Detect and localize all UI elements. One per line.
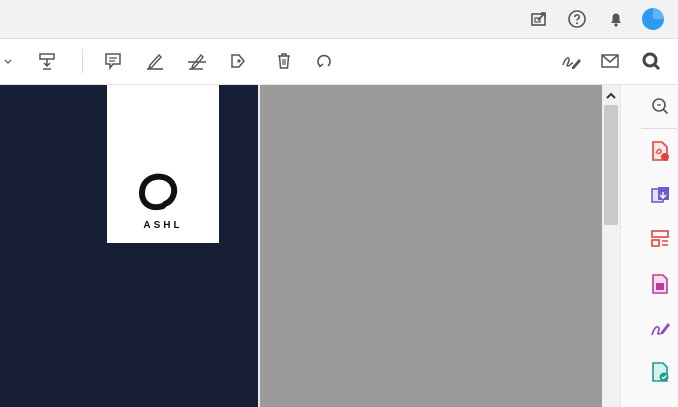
tools-rail xyxy=(620,85,678,407)
notifications-bell-icon[interactable] xyxy=(606,9,626,29)
highlight-pen-icon[interactable] xyxy=(145,51,165,71)
top-menu-bar xyxy=(0,0,678,39)
vertical-scrollbar[interactable] xyxy=(602,85,620,407)
toolbar-separator xyxy=(82,49,83,73)
help-icon[interactable] xyxy=(567,9,587,29)
logo-text: ASHL xyxy=(143,220,183,231)
share-screen-icon[interactable] xyxy=(530,9,550,29)
sign-icon[interactable] xyxy=(560,51,581,71)
compress-pdf-icon[interactable] xyxy=(649,273,671,295)
zoom-search-icon[interactable] xyxy=(641,51,661,71)
create-pdf-icon[interactable] xyxy=(649,185,671,207)
strikethrough-pen-icon[interactable] xyxy=(187,51,207,71)
attach-file-icon[interactable] xyxy=(229,51,249,71)
document-gray-background xyxy=(260,85,602,407)
enso-circle-logo xyxy=(135,169,179,213)
undo-icon[interactable] xyxy=(314,51,334,71)
export-pdf-icon[interactable] xyxy=(649,140,671,162)
sticky-note-icon[interactable] xyxy=(103,51,123,71)
rail-separator xyxy=(641,128,677,129)
zoom-tool-icon[interactable] xyxy=(649,95,671,117)
logo-card: ASHL xyxy=(107,85,219,243)
scroll-thumb[interactable] xyxy=(604,105,618,225)
fill-sign-icon[interactable] xyxy=(649,317,671,339)
edit-pdf-icon[interactable] xyxy=(649,361,671,383)
organize-pages-icon[interactable] xyxy=(649,228,671,250)
delete-icon[interactable] xyxy=(274,51,294,71)
stamp-icon[interactable] xyxy=(37,51,57,71)
profile-avatar-icon[interactable] xyxy=(641,7,665,31)
dropdown-caret-icon[interactable] xyxy=(3,51,13,71)
scroll-up-arrow-icon[interactable] xyxy=(602,89,620,103)
annotation-toolbar xyxy=(0,39,678,85)
email-icon[interactable] xyxy=(600,51,620,71)
